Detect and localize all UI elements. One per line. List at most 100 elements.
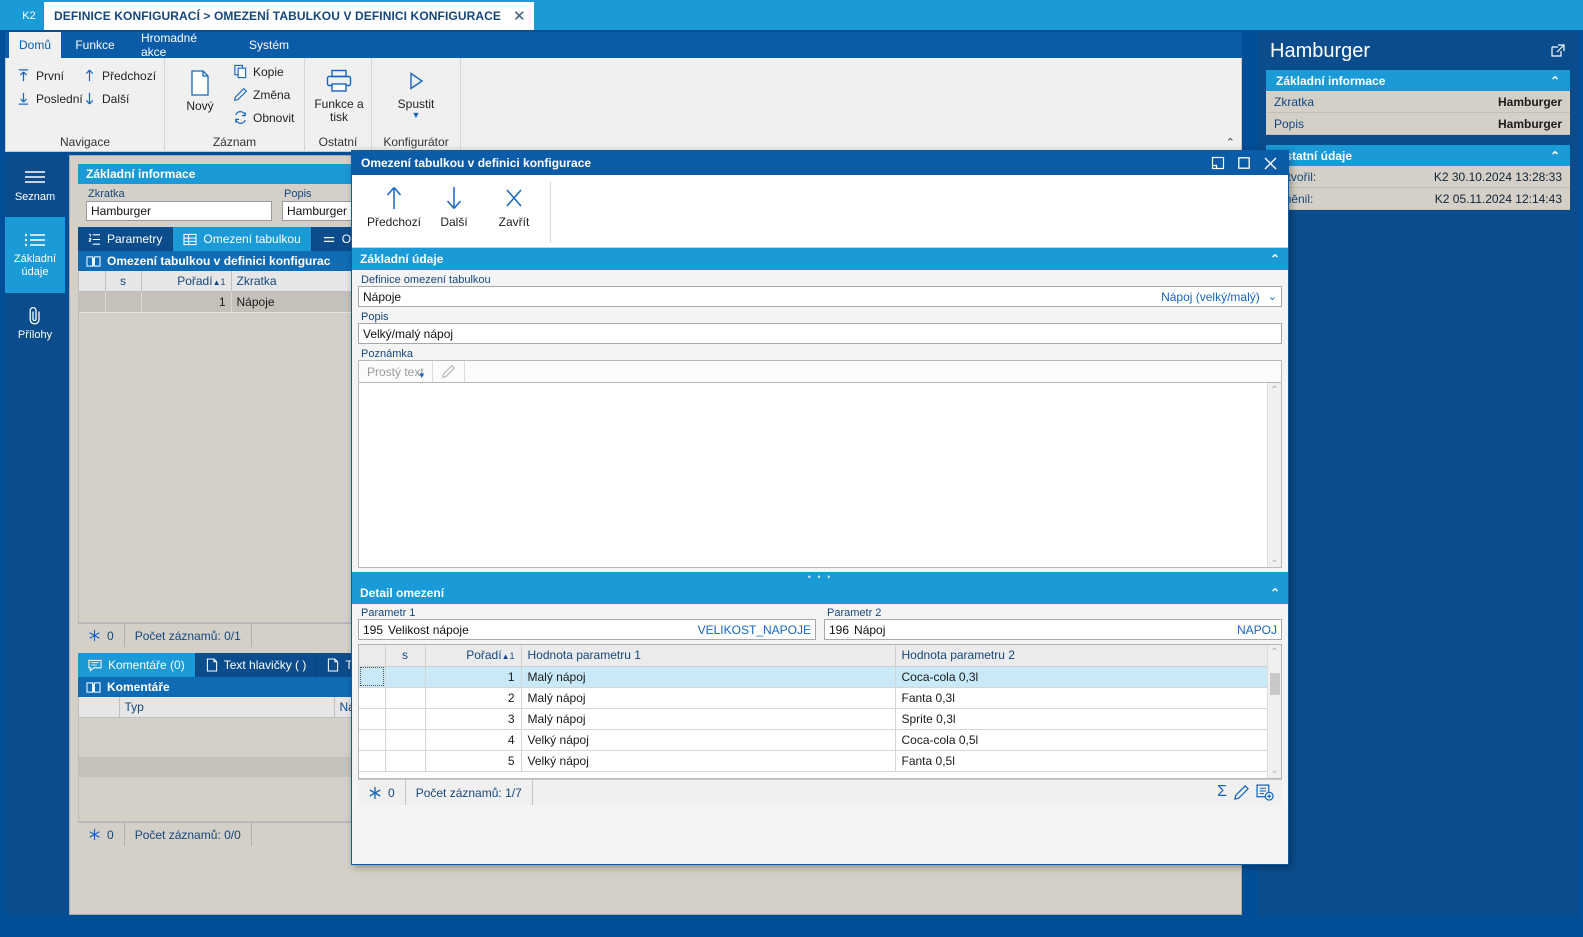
right-section-ostatni-udaje[interactable]: Ostatní údaje ⌃	[1266, 145, 1570, 166]
table-row[interactable]: 2 Malý nápoj Fanta 0,3l	[359, 687, 1281, 709]
row-s	[385, 750, 426, 772]
col-s[interactable]: s	[105, 271, 142, 292]
table-row[interactable]: 5 Velký nápoj Fanta 0,5l	[359, 750, 1281, 772]
tab-parametry[interactable]: Parametry	[78, 227, 174, 251]
row-marker[interactable]	[79, 291, 106, 313]
previous-button[interactable]: Předchozí	[364, 181, 424, 229]
chevron-down-icon[interactable]: ⌄	[1268, 290, 1277, 303]
scroll-up-arrow-icon[interactable]: ⌃	[1270, 645, 1278, 658]
scroll-up-arrow-icon[interactable]: ⌃	[1270, 383, 1278, 396]
row-poradi: 3	[425, 708, 522, 730]
tab-text-hlavicky[interactable]: Text hlavičky ( )	[196, 653, 318, 677]
scroll-down-arrow-icon[interactable]: ⌄	[1270, 554, 1278, 567]
col-blank[interactable]	[79, 697, 120, 718]
chevron-up-icon[interactable]: ⌃	[1270, 586, 1280, 600]
tab-omezeni-tabulkou[interactable]: Omezení tabulkou	[173, 227, 312, 251]
chevron-up-icon[interactable]: ⌃	[1270, 252, 1280, 266]
refresh-icon	[233, 110, 248, 125]
table-row[interactable]: 3 Malý nápoj Sprite 0,3l	[359, 708, 1281, 730]
app-root: K2 DEFINICE KONFIGURACÍ > OMEZENÍ TABULK…	[0, 0, 1583, 937]
col-blank[interactable]	[359, 645, 386, 667]
poznamka-textarea[interactable]: ⌃ ⌄	[358, 382, 1282, 568]
vertical-scrollbar[interactable]: ⌃ ⌄	[1267, 645, 1281, 778]
refresh-button[interactable]: Obnovit	[233, 110, 294, 125]
freeze-indicator[interactable]: 0	[358, 780, 406, 805]
pencil-icon[interactable]	[1233, 784, 1250, 801]
freeze-indicator[interactable]: 0	[78, 624, 125, 647]
close-icon[interactable]	[1258, 152, 1282, 174]
chevron-up-icon[interactable]: ⌃	[1550, 74, 1560, 88]
param1-field-group: Parametr 1 195 Velikost nápoje VELIKOST_…	[358, 607, 816, 640]
close-icon[interactable]: ✕	[513, 9, 526, 24]
zkratka-input[interactable]	[86, 201, 272, 221]
first-button[interactable]: První	[16, 68, 64, 83]
definition-combo[interactable]: Nápoje Nápoj (velký/malý) ⌄	[358, 286, 1282, 307]
row-marker[interactable]	[359, 708, 386, 730]
col-hodnota-1[interactable]: Hodnota parametru 1	[521, 645, 896, 667]
vertical-scrollbar[interactable]: ⌃ ⌄	[1267, 383, 1281, 567]
sidebar-item-seznam[interactable]: Seznam	[5, 155, 65, 217]
table-row[interactable]: 4 Velký nápoj Coca-cola 0,5l	[359, 729, 1281, 751]
sum-icon[interactable]: Σ	[1217, 784, 1227, 801]
popis-value: Velký/malý nápoj	[363, 326, 454, 341]
col-s[interactable]: s	[385, 645, 426, 667]
functions-and-print-label: Funkce a tisk	[314, 97, 364, 124]
collapse-ribbon-icon[interactable]: ⌃	[1226, 136, 1235, 149]
tab-domu[interactable]: Domů	[9, 32, 61, 58]
next-button[interactable]: Další	[424, 181, 484, 229]
row-marker[interactable]	[359, 729, 386, 751]
col-poradi[interactable]: Pořadí▲1	[425, 645, 522, 667]
close-button-label: Zavřít	[498, 215, 530, 229]
chevron-up-icon[interactable]: ⌃	[1550, 149, 1560, 163]
sidebar-item-prilohy[interactable]: Přílohy	[5, 293, 65, 355]
document-icon	[189, 66, 211, 100]
scrollbar-thumb[interactable]	[1270, 673, 1280, 695]
col-poradi[interactable]: Pořadí▲1	[141, 271, 232, 292]
popis-input[interactable]: Velký/malý nápoj	[358, 323, 1282, 344]
document-tab[interactable]: DEFINICE KONFIGURACÍ > OMEZENÍ TABULKOU …	[44, 2, 534, 30]
param2-input[interactable]: 196 Nápoj NAPOJ	[824, 619, 1282, 640]
col-typ[interactable]: Typ	[119, 697, 335, 718]
sort-order-index: 1	[509, 651, 515, 662]
tab-komentare[interactable]: Komentáře (0)	[78, 653, 196, 677]
chevron-down-icon[interactable]: ▼	[412, 111, 421, 120]
row-s	[385, 687, 426, 709]
scroll-down-arrow-icon[interactable]: ⌄	[1270, 765, 1278, 778]
sidebar-item-zakladni-udaje[interactable]: Základní údaje	[5, 217, 65, 293]
col-hodnota-2[interactable]: Hodnota parametru 2	[895, 645, 1281, 667]
arrow-down-icon	[82, 91, 97, 106]
maximize-icon[interactable]	[1232, 152, 1256, 174]
ribbon-group-zaznam: Nový Kopie Změna Obnovit Záznam	[165, 58, 305, 152]
row-marker[interactable]	[359, 666, 386, 688]
tab-system[interactable]: Systém	[239, 32, 299, 58]
previous-button[interactable]: Předchozí	[82, 68, 156, 83]
popis-label: Popis	[361, 311, 389, 323]
format-dropdown[interactable]: Prostý text ▼	[359, 361, 433, 382]
modal-title-bar[interactable]: Omezení tabulkou v definici konfigurace	[352, 151, 1288, 175]
copy-button[interactable]: Kopie	[233, 64, 284, 79]
tab-funkce[interactable]: Funkce	[65, 32, 125, 58]
run-button[interactable]: Spustit ▼	[385, 64, 447, 120]
table-row[interactable]: 1 Malý nápoj Coca-cola 0,3l	[359, 666, 1281, 688]
param1-input[interactable]: 195 Velikost nápoje VELIKOST_NAPOJE	[358, 619, 816, 640]
panel-splitter-handle[interactable]: • • •	[352, 572, 1288, 582]
pencil-icon[interactable]	[433, 361, 465, 382]
next-button[interactable]: Další	[82, 91, 129, 106]
last-button[interactable]: Poslední	[16, 91, 83, 106]
freeze-indicator[interactable]: 0	[78, 823, 125, 846]
open-external-icon[interactable]	[1550, 43, 1566, 59]
right-section-zakladni-informace[interactable]: Základní informace ⌃	[1266, 70, 1570, 91]
new-record-icon[interactable]	[1256, 784, 1274, 801]
close-button[interactable]: Zavřít	[484, 181, 544, 229]
row-marker[interactable]	[359, 687, 386, 709]
row-marker[interactable]	[359, 750, 386, 772]
zkratka-field-group: Zkratka	[86, 188, 272, 221]
functions-and-print-button[interactable]: Funkce a tisk	[308, 64, 370, 124]
modal-section-title: Základní údaje	[360, 252, 444, 266]
tab-hromadne-akce[interactable]: Hromadné akce	[129, 31, 234, 59]
change-button[interactable]: Změna	[233, 87, 290, 102]
chevron-down-icon[interactable]: ▼	[418, 371, 426, 380]
new-button[interactable]: Nový	[169, 66, 231, 113]
restore-down-icon[interactable]	[1206, 152, 1230, 174]
col-blank[interactable]	[79, 271, 106, 292]
